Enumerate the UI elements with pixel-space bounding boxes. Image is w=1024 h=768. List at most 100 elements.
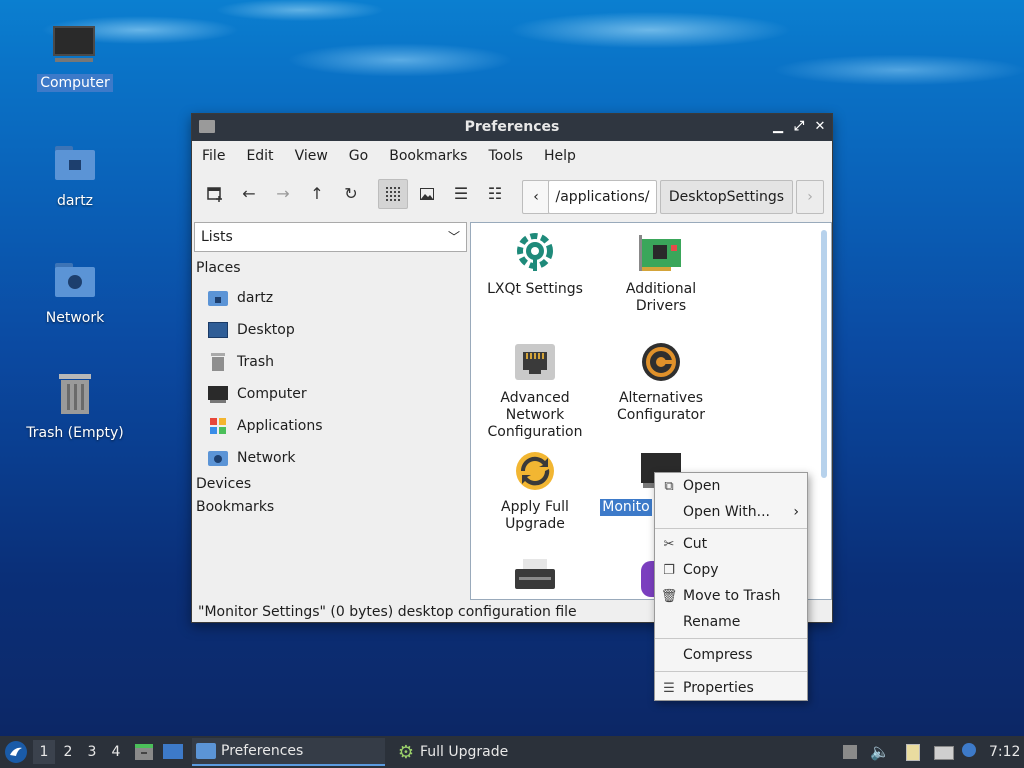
context-menu-copy[interactable]: ❐ Copy (655, 557, 807, 583)
eject-icon[interactable] (843, 742, 861, 762)
reload-button[interactable]: ↻ (336, 179, 366, 209)
workspace-3[interactable]: 3 (81, 740, 103, 764)
computer-icon (208, 385, 228, 403)
thumbnail-view-button[interactable] (412, 179, 442, 209)
arrow-right-icon: → (276, 184, 290, 203)
desktop-icon (208, 321, 228, 339)
devices-header[interactable]: Devices (196, 476, 251, 492)
sidebar-item-network[interactable]: Network (208, 446, 295, 470)
file-item-advanced-network[interactable]: Advanced Network Configuration (473, 340, 597, 441)
menu-tools[interactable]: Tools (488, 148, 523, 164)
desktop-icon-trash[interactable]: Trash (Empty) (20, 372, 130, 442)
chevron-right-icon: › (793, 504, 799, 520)
minimize-button[interactable]: ▁ (769, 118, 787, 136)
wallpaper-highlight (0, 0, 1024, 130)
back-button[interactable]: ← (234, 179, 264, 209)
places-header[interactable]: Places (196, 260, 241, 276)
sidebar-item-desktop[interactable]: Desktop (208, 318, 295, 342)
network-status-icon[interactable] (934, 742, 954, 762)
trash-icon: 🗑 (660, 588, 678, 604)
workspace-4[interactable]: 4 (105, 740, 127, 764)
trash-icon (51, 372, 99, 420)
desktop-icon-computer[interactable]: Computer (20, 22, 130, 92)
show-desktop-button[interactable] (162, 742, 184, 762)
pci-card-icon (639, 231, 683, 275)
menu-bar: File Edit View Go Bookmarks Tools Help (192, 141, 832, 171)
grid-icon (386, 187, 400, 201)
desktop-icon-label: Computer (37, 74, 113, 92)
task-full-upgrade[interactable]: ⚙ Full Upgrade (392, 738, 585, 766)
context-menu-move-to-trash[interactable]: 🗑 Move to Trash (655, 583, 807, 609)
vertical-scrollbar[interactable] (821, 230, 827, 478)
up-button[interactable]: ↑ (302, 179, 332, 209)
upgrade-icon (513, 449, 557, 493)
icon-view-button[interactable] (378, 179, 408, 209)
path-forward-button[interactable]: › (796, 180, 824, 214)
window-titlebar[interactable]: Preferences ▁ ⤢ ✕ (192, 114, 832, 141)
computer-icon (51, 22, 99, 70)
detail-list-icon: ☷ (487, 184, 503, 203)
maximize-button[interactable]: ⤢ (790, 118, 808, 136)
menu-view[interactable]: View (295, 148, 328, 164)
menu-edit[interactable]: Edit (246, 148, 273, 164)
file-manager-launcher[interactable] (134, 742, 154, 762)
status-bar: "Monitor Settings" (0 bytes) desktop con… (198, 604, 577, 620)
clipboard-icon[interactable] (906, 742, 924, 762)
new-tab-button[interactable] (200, 179, 230, 209)
home-folder-icon (208, 289, 228, 307)
file-item-alternatives-configurator[interactable]: Alternatives Configurator (599, 340, 723, 424)
context-menu: ⧉ Open Open With... › ✂ Cut ❐ Copy 🗑 Move to … (654, 472, 808, 701)
path-segment-desktopsettings[interactable]: DesktopSettings (660, 180, 793, 214)
chevron-down-icon: ﹀ (447, 230, 460, 244)
desktop-icon-network[interactable]: Network (20, 257, 130, 327)
menu-go[interactable]: Go (349, 148, 368, 164)
file-cabinet-icon (135, 744, 153, 760)
forward-button[interactable]: → (268, 179, 298, 209)
detail-view-button[interactable]: ☷ (480, 179, 510, 209)
menu-help[interactable]: Help (544, 148, 576, 164)
file-item-printers[interactable] (473, 557, 597, 597)
bookmarks-header[interactable]: Bookmarks (196, 499, 274, 515)
sidebar-item-applications[interactable]: Applications (208, 414, 323, 438)
folder-icon (196, 743, 216, 759)
desktop-icon-label: Trash (Empty) (26, 425, 124, 441)
menu-separator (655, 528, 807, 529)
context-menu-cut[interactable]: ✂ Cut (655, 531, 807, 557)
open-icon: ⧉ (664, 478, 674, 494)
context-menu-compress[interactable]: Compress (655, 642, 807, 668)
path-back-button[interactable]: ‹ (522, 180, 550, 214)
sidebar-item-trash[interactable]: Trash (208, 350, 274, 374)
desktop-icon-home[interactable]: dartz (20, 140, 130, 210)
side-pane-mode-select[interactable]: Lists ﹀ (194, 222, 467, 252)
file-item-lxqt-settings[interactable]: LXQt Settings (473, 231, 597, 298)
sidebar-item-computer[interactable]: Computer (208, 382, 307, 406)
context-menu-open[interactable]: ⧉ Open (655, 473, 807, 499)
workspace-2[interactable]: 2 (57, 740, 79, 764)
start-menu-button[interactable] (4, 740, 28, 764)
compact-view-button[interactable]: ☰ (446, 179, 476, 209)
task-preferences[interactable]: Preferences (192, 738, 385, 766)
context-menu-rename[interactable]: Rename (655, 609, 807, 635)
sidebar-item-dartz[interactable]: dartz (208, 286, 273, 310)
side-pane: Lists ﹀ Places dartz Desktop Trash Compu… (194, 222, 467, 600)
new-tab-icon (207, 187, 222, 202)
file-item-apply-full-upgrade[interactable]: Apply Full Upgrade (473, 449, 597, 533)
context-menu-open-with[interactable]: Open With... › (655, 499, 807, 525)
desktop-icon (163, 744, 183, 759)
file-item-additional-drivers[interactable]: Additional Drivers (599, 231, 723, 315)
side-pane-mode-value: Lists (201, 229, 233, 245)
path-segment-applications[interactable]: /applications/ (548, 180, 657, 214)
context-menu-properties[interactable]: ☰ Properties (655, 675, 807, 701)
arrow-left-icon: ← (242, 184, 256, 203)
gear-icon: ⚙ (397, 741, 415, 763)
home-folder-icon (51, 140, 99, 188)
update-notification-icon[interactable] (962, 742, 980, 762)
ethernet-icon (513, 340, 557, 384)
menu-bookmarks[interactable]: Bookmarks (389, 148, 467, 164)
workspace-1[interactable]: 1 (33, 740, 55, 764)
close-button[interactable]: ✕ (811, 118, 829, 136)
menu-file[interactable]: File (202, 148, 225, 164)
clock[interactable]: 7:12 (989, 736, 1020, 768)
volume-icon[interactable]: 🔈 (870, 742, 890, 762)
taskbar: 1 2 3 4 Preferences ⚙ Full Upgrade 🔈 7:1… (0, 736, 1024, 768)
